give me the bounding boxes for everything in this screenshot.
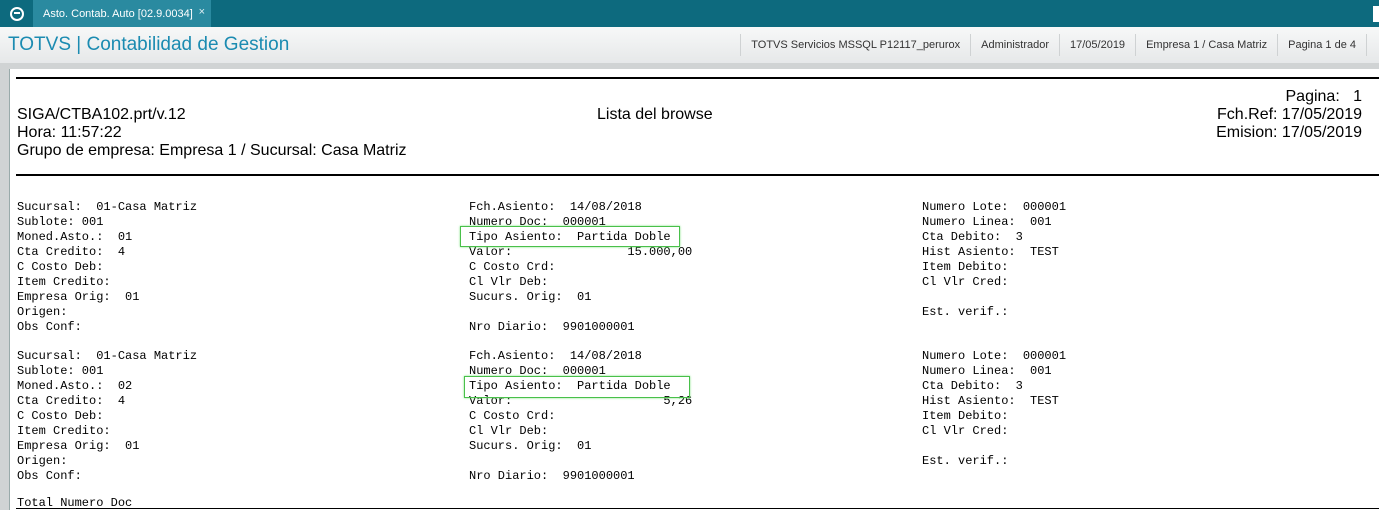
field: Moned.Asto.: 01: [17, 230, 133, 244]
record-2-col3: Numero Lote: 000001 Numero Linea: 001 Cta …: [922, 334, 1066, 484]
field: Cl Vlr Cred:: [922, 275, 1009, 289]
record-2-col2: Fch.Asiento: 14/08/2018 Numero Doc: 00000…: [469, 334, 692, 499]
field: Hist Asiento: TEST: [922, 394, 1059, 408]
field: Sucurs. Orig: 01: [469, 439, 592, 453]
field: Fch.Asiento: 14/08/2018: [469, 200, 642, 214]
field: Cta Debito: 3: [922, 379, 1023, 393]
field: Empresa Orig: 01: [17, 439, 140, 453]
field: [469, 454, 692, 469]
tab-label: Asto. Contab. Auto [02.9.0034]: [43, 7, 193, 20]
field: [922, 439, 1066, 454]
field: [469, 305, 692, 320]
field: Item Credito:: [17, 275, 111, 289]
record-1-col3: Numero Lote: 000001 Numero Linea: 001 Cta …: [922, 185, 1066, 335]
field: C Costo Crd:: [469, 260, 556, 274]
top-rule: [16, 77, 1379, 79]
field: Obs Conf:: [17, 469, 82, 483]
field: Nro Diario: 9901000001: [469, 469, 635, 483]
report-grupo: Grupo de empresa: Empresa 1 / Sucursal: …: [17, 142, 407, 159]
tab-bar: Asto. Contab. Auto [02.9.0034] ×: [0, 0, 1379, 27]
field: Cl Vlr Cred:: [922, 424, 1009, 438]
company-info[interactable]: Empresa 1 / Casa Matriz: [1135, 34, 1277, 56]
server-info[interactable]: TOTVS Servicios MSSQL P12117_perurox: [740, 34, 970, 56]
record-1-col2: Fch.Asiento: 14/08/2018 Numero Doc: 00000…: [469, 185, 692, 350]
field: C Costo Deb:: [17, 260, 104, 274]
field: Hist Asiento: TEST: [922, 245, 1059, 259]
record-1-col1: Sucursal: 01-Casa Matriz Sublote: 001 Mone…: [17, 185, 197, 350]
field: Est. verif.:: [922, 305, 1009, 319]
field: Numero Lote: 000001: [922, 200, 1067, 214]
field: Cta Credito: 4: [17, 245, 126, 259]
field: Sucursal: 01-Casa Matriz: [17, 200, 198, 214]
report-pagina: Pagina: 1: [1285, 88, 1363, 105]
field: Item Credito:: [17, 424, 111, 438]
field: Empresa Orig: 01: [17, 290, 140, 304]
record-2-col1: Sucursal: 01-Casa Matriz Sublote: 001 Mone…: [17, 334, 197, 499]
app-title: TOTVS | Contabilidad de Gestion: [8, 34, 290, 55]
window-edge: [1373, 6, 1379, 22]
report-page: [9, 69, 1379, 510]
field: Cl Vlr Deb:: [469, 275, 549, 289]
app-header: TOTVS | Contabilidad de Gestion TOTVS Se…: [0, 27, 1379, 64]
field: Sublote: 001: [17, 364, 104, 378]
field: Sublote: 001: [17, 215, 104, 229]
field: Sucurs. Orig: 01: [469, 290, 592, 304]
tab-asto-contab-auto[interactable]: Asto. Contab. Auto [02.9.0034] ×: [33, 0, 211, 27]
field: Item Debito:: [922, 260, 1009, 274]
report-title: Lista del browse: [597, 106, 713, 123]
date-info[interactable]: 17/05/2019: [1059, 34, 1135, 56]
field: Moned.Asto.: 02: [17, 379, 133, 393]
field: [922, 290, 1066, 305]
header-spacer: [1366, 34, 1379, 56]
field: Cl Vlr Deb:: [469, 424, 549, 438]
page-info[interactable]: Pagina 1 de 4: [1277, 34, 1366, 56]
field: Cta Credito: 4: [17, 394, 126, 408]
field: Numero Linea: 001: [922, 364, 1052, 378]
report-fchref: Fch.Ref: 17/05/2019: [1217, 106, 1362, 123]
field: Obs Conf:: [17, 320, 82, 334]
valor-highlight: [460, 226, 680, 247]
field: Est. verif.:: [922, 454, 1009, 468]
field: Cta Debito: 3: [922, 230, 1023, 244]
field: Sucursal: 01-Casa Matriz: [17, 349, 198, 363]
totvs-logo-icon[interactable]: [0, 0, 33, 27]
header-rule: [16, 174, 1379, 176]
report-hora: Hora: 11:57:22: [17, 124, 122, 141]
close-icon[interactable]: ×: [199, 6, 205, 18]
field: Numero Lote: 000001: [922, 349, 1067, 363]
user-info[interactable]: Administrador: [970, 34, 1059, 56]
report-emision: Emision: 17/05/2019: [1216, 124, 1362, 141]
report-program: SIGA/CTBA102.prt/v.12: [17, 106, 186, 123]
field: C Costo Deb:: [17, 409, 104, 423]
field: Origen:: [17, 305, 68, 319]
valor-highlight: [464, 376, 690, 398]
bottom-rule: [16, 508, 1379, 509]
field: Item Debito:: [922, 409, 1009, 423]
field: Origen:: [17, 454, 68, 468]
header-info: TOTVS Servicios MSSQL P12117_perurox Adm…: [740, 27, 1379, 63]
field: C Costo Crd:: [469, 409, 556, 423]
field: Numero Linea: 001: [922, 215, 1052, 229]
valor-field: Valor: 15.000,00: [469, 245, 693, 259]
field: Nro Diario: 9901000001: [469, 320, 635, 334]
field: Fch.Asiento: 14/08/2018: [469, 349, 642, 363]
